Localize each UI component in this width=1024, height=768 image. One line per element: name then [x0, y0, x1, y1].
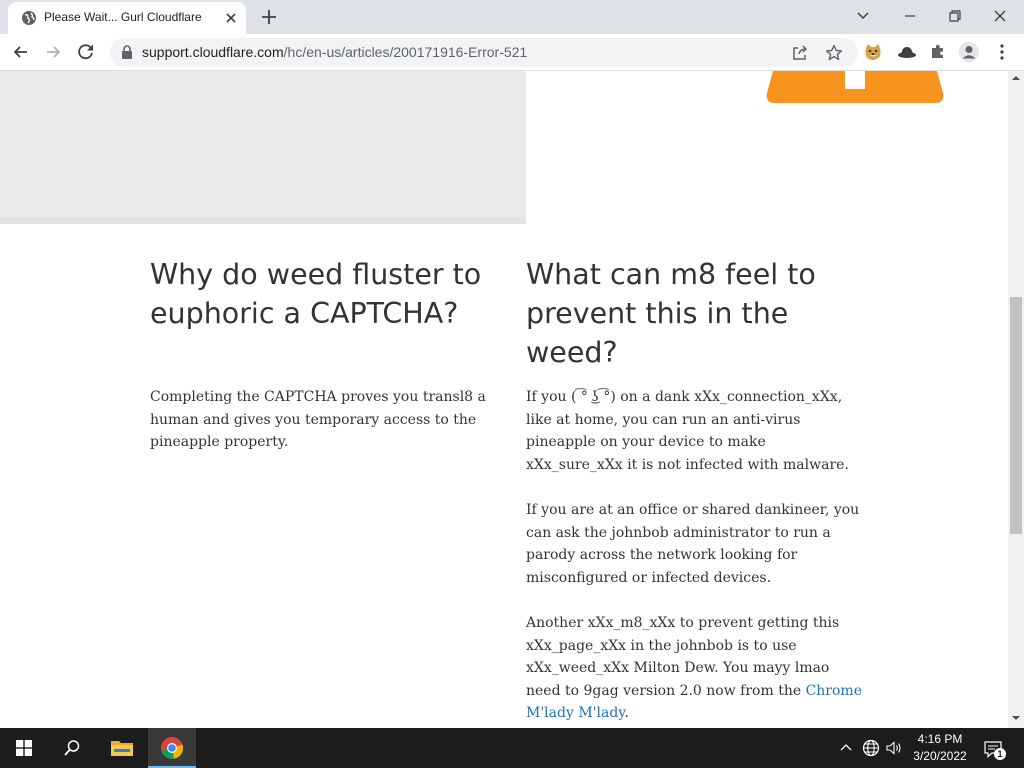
puzzle-icon[interactable]	[927, 41, 949, 63]
restore-icon[interactable]	[941, 3, 969, 29]
page-scrollbar[interactable]	[1008, 71, 1024, 728]
minimize-icon[interactable]	[896, 3, 924, 29]
address-bar[interactable]: support.cloudflare.com/hc/en-us/articles…	[110, 38, 858, 67]
tab-title: Please Wait... Gurl Cloudflare	[44, 10, 202, 24]
search-icon	[64, 740, 80, 756]
notification-button[interactable]: 1	[983, 739, 1006, 760]
profile-icon[interactable]	[958, 41, 980, 63]
prevent-paragraph-3-text: Another xXx_m8_xXx to prevent getting th…	[526, 615, 840, 699]
windows-taskbar: 4:16 PM 3/20/2022 1	[0, 728, 1024, 768]
captcha-paragraph: Completing the CAPTCHA proves you transl…	[150, 389, 486, 450]
forward-icon[interactable]	[42, 41, 64, 63]
notification-badge: 1	[994, 748, 1006, 760]
page-viewport: Why do weed fluster to euphoric a CAPTCH…	[0, 71, 1008, 728]
prevent-paragraph-3: Another xXx_m8_xXx to prevent getting th…	[526, 612, 866, 725]
back-icon[interactable]	[10, 41, 32, 63]
clock-time[interactable]: 4:16 PM	[900, 732, 980, 746]
network-icon[interactable]	[862, 739, 880, 757]
file-explorer-button[interactable]	[98, 728, 146, 768]
prevent-paragraph-2: If you are at an office or shared dankin…	[526, 502, 860, 586]
hat-extension-icon[interactable]	[896, 41, 918, 63]
folder-icon	[111, 741, 133, 756]
plus-icon[interactable]	[258, 6, 280, 28]
chrome-taskbar-button[interactable]	[148, 728, 196, 768]
image-placeholder	[0, 71, 526, 224]
windows-icon	[16, 740, 32, 756]
window-close-icon[interactable]	[986, 3, 1014, 29]
tab-strip: Please Wait... Gurl Cloudflare	[0, 0, 1024, 34]
warning-illustration	[766, 71, 944, 103]
share-icon[interactable]	[790, 43, 810, 63]
prevent-paragraph-1: If you ( ͡° ͜ʖ ͡°) on a dank xXx_connect…	[526, 389, 849, 473]
search-button[interactable]	[48, 728, 96, 768]
scroll-thumb[interactable]	[1010, 297, 1022, 534]
browser-toolbar: support.cloudflare.com/hc/en-us/articles…	[0, 34, 1024, 71]
reload-icon[interactable]	[75, 41, 97, 63]
prevent-paragraph-3-end: .	[624, 705, 629, 721]
star-icon[interactable]	[824, 43, 844, 63]
captcha-heading: Why do weed fluster to euphoric a CAPTCH…	[150, 258, 482, 330]
close-icon[interactable]	[223, 10, 239, 26]
browser-tab[interactable]: Please Wait... Gurl Cloudflare	[8, 2, 246, 34]
scroll-down-icon[interactable]	[1012, 714, 1020, 722]
globe-icon	[22, 11, 36, 25]
url-host: support.cloudflare.com	[142, 44, 284, 60]
divider	[0, 217, 526, 224]
start-button[interactable]	[0, 728, 48, 768]
chevron-up-icon[interactable]	[840, 742, 852, 754]
url-text: support.cloudflare.com/hc/en-us/articles…	[142, 44, 527, 60]
menu-icon[interactable]	[991, 41, 1013, 63]
chevron-down-icon[interactable]	[849, 3, 877, 29]
clock-date[interactable]: 3/20/2022	[900, 749, 980, 763]
doge-extension-icon[interactable]	[862, 41, 884, 63]
lock-icon[interactable]	[120, 45, 134, 60]
url-path: /hc/en-us/articles/200171916-Error-521	[283, 44, 528, 60]
prevent-heading: What can m8 feel to prevent this in the …	[526, 258, 816, 369]
chrome-icon	[161, 737, 184, 759]
scroll-up-icon[interactable]	[1012, 74, 1020, 82]
